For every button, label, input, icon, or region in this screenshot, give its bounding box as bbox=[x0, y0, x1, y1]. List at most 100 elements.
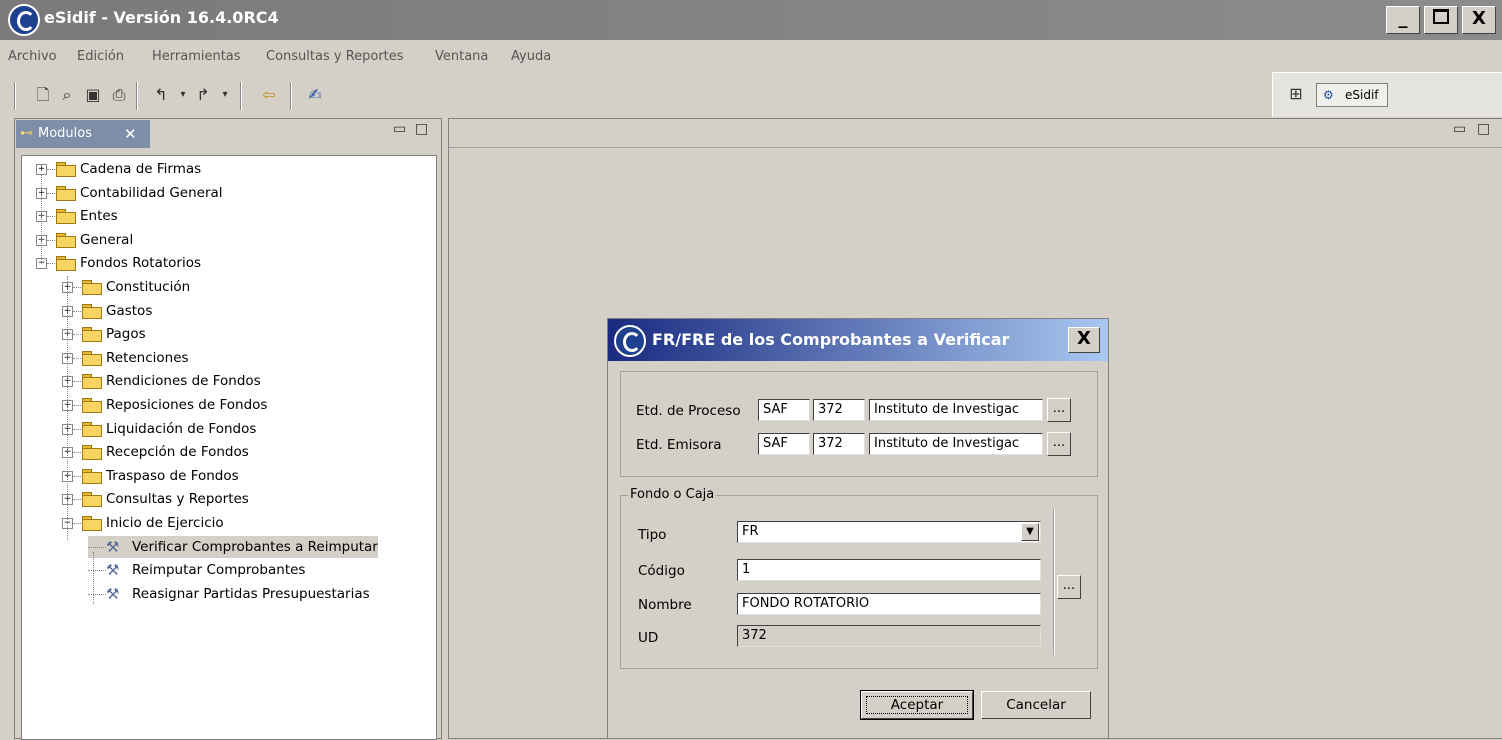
print-icon[interactable]: ⎙ bbox=[108, 84, 130, 106]
tree-item-label: Recepción de Fondos bbox=[106, 444, 249, 461]
etd-proceso-lookup-button[interactable]: ... bbox=[1047, 398, 1071, 422]
dialog-title-bar[interactable]: FR/FRE de los Comprobantes a Verificar X bbox=[608, 319, 1108, 361]
tree-connector bbox=[73, 287, 81, 288]
toolbar-separator bbox=[136, 82, 138, 110]
ud-field: 372 bbox=[737, 625, 1041, 647]
minimize-editor-icon[interactable]: ▭ bbox=[1453, 121, 1466, 137]
tools-icon: ⚒ bbox=[106, 537, 120, 556]
perspective-label: eSidif bbox=[1345, 88, 1379, 102]
arrow-back-icon[interactable]: ⇦ bbox=[258, 84, 280, 106]
esidif-logo-icon bbox=[614, 325, 646, 357]
dropdown-arrow-icon[interactable]: ▾ bbox=[214, 84, 236, 106]
tree-leaf-item[interactable]: ⚒ Verificar Comprobantes a Reimputar bbox=[88, 535, 378, 558]
esidif-logo-icon bbox=[8, 4, 40, 36]
fondo-lookup-button[interactable]: ... bbox=[1057, 575, 1081, 599]
tipo-label: Tipo bbox=[638, 527, 667, 543]
editor-header: ▭ □ bbox=[449, 119, 1502, 148]
folder-icon bbox=[82, 374, 102, 390]
fondo-caja-legend: Fondo o Caja bbox=[628, 487, 717, 502]
window-title: eSidif - Versión 16.4.0RC4 bbox=[44, 8, 279, 27]
menu-edicion[interactable]: Edición bbox=[77, 49, 124, 64]
folder-icon bbox=[82, 327, 102, 343]
navigate-back-icon[interactable]: ↰ bbox=[150, 84, 172, 106]
new-document-icon[interactable]: 🗋 bbox=[32, 84, 54, 106]
tree-item-label: Contabilidad General bbox=[80, 184, 223, 201]
validate-document-icon[interactable]: ✍ bbox=[304, 84, 326, 106]
etd-proceso-codigo-field[interactable]: 372 bbox=[813, 399, 865, 421]
etd-emisora-label: Etd. Emisora bbox=[636, 437, 722, 453]
menu-ayuda[interactable]: Ayuda bbox=[511, 49, 551, 64]
window-title-bar[interactable]: eSidif - Versión 16.4.0RC4 _ X bbox=[0, 0, 1502, 40]
minimize-view-icon[interactable]: ▭ bbox=[393, 121, 406, 137]
open-perspective-icon[interactable]: ⊞ bbox=[1285, 83, 1307, 105]
etd-proceso-label: Etd. de Proceso bbox=[636, 403, 741, 419]
dropdown-arrow-icon[interactable]: ▾ bbox=[172, 84, 194, 106]
perspective-esidif-button[interactable]: ⚙ eSidif bbox=[1316, 83, 1388, 107]
etd-proceso-tipo-field[interactable]: SAF bbox=[758, 399, 810, 421]
search-icon[interactable]: ⌕ bbox=[56, 84, 78, 106]
etd-emisora-lookup-button[interactable]: ... bbox=[1047, 432, 1071, 456]
tree-connector bbox=[73, 357, 81, 359]
menu-ventana[interactable]: Ventana bbox=[435, 49, 488, 64]
close-button[interactable]: X bbox=[1462, 6, 1496, 34]
aceptar-button[interactable]: Aceptar bbox=[860, 690, 974, 720]
modulos-panel: ⊷ Modulos ✕ ▭ □ + Cadena de Firmas + Contab… bbox=[14, 118, 442, 740]
folder-icon bbox=[82, 280, 102, 295]
maximize-view-icon[interactable]: □ bbox=[415, 121, 428, 137]
etd-emisora-codigo-field[interactable]: 372 bbox=[813, 433, 865, 455]
save-icon[interactable]: ▣ bbox=[82, 84, 104, 106]
tree-item-label: Consultas y Reportes bbox=[106, 491, 249, 508]
chevron-down-icon[interactable]: ▼ bbox=[1021, 523, 1039, 541]
minimize-button[interactable]: _ bbox=[1386, 6, 1420, 34]
tools-icon: ⚒ bbox=[106, 561, 120, 580]
tree-connector bbox=[73, 405, 81, 406]
dialog-title: FR/FRE de los Comprobantes a Verificar bbox=[652, 330, 1010, 349]
navigate-forward-icon[interactable]: ↱ bbox=[192, 84, 214, 106]
etd-emisora-tipo-field[interactable]: SAF bbox=[758, 433, 810, 455]
restore-button[interactable] bbox=[1424, 6, 1458, 34]
fondo-separator bbox=[1053, 509, 1055, 655]
dialog-close-button[interactable]: X bbox=[1068, 327, 1100, 353]
folder-icon bbox=[82, 421, 102, 437]
folder-icon bbox=[82, 398, 102, 413]
tree-item-label: Constitución bbox=[106, 279, 191, 295]
cancelar-button[interactable]: Cancelar bbox=[981, 691, 1091, 719]
menu-archivo[interactable]: Archivo bbox=[8, 49, 57, 64]
menu-herramientas[interactable]: Herramientas bbox=[152, 49, 241, 64]
folder-icon bbox=[82, 468, 102, 484]
tools-icon: ⚒ bbox=[106, 584, 120, 603]
perspective-icon: ⚙ bbox=[1323, 88, 1334, 102]
tree-item-label: Retenciones bbox=[106, 349, 189, 366]
tree-connector bbox=[47, 216, 55, 218]
tree-item-label: Traspaso de Fondos bbox=[106, 467, 239, 484]
folder-icon bbox=[56, 209, 76, 225]
tree-connector bbox=[73, 381, 81, 383]
codigo-field[interactable]: 1 bbox=[737, 559, 1041, 581]
tree-item-label: Gastos bbox=[106, 302, 153, 319]
nombre-field[interactable]: FONDO ROTATORIO bbox=[737, 593, 1041, 615]
tree-connector bbox=[73, 475, 81, 477]
tipo-select[interactable]: FR ▼ bbox=[737, 521, 1041, 543]
close-tab-icon[interactable]: ✕ bbox=[124, 120, 137, 148]
etd-emisora-nombre-field[interactable]: Instituto de Investigac bbox=[869, 433, 1043, 455]
menu-consultas-reportes[interactable]: Consultas y Reportes bbox=[266, 49, 404, 64]
etd-proceso-nombre-field[interactable]: Instituto de Investigac bbox=[869, 399, 1043, 421]
toolbar-separator bbox=[290, 82, 292, 110]
tree-connector bbox=[73, 334, 81, 336]
modulos-icon: ⊷ bbox=[20, 126, 33, 141]
toolbar-separator bbox=[14, 82, 16, 110]
menu-bar: Archivo Edición Herramientas Consultas y… bbox=[0, 40, 1502, 76]
modulos-tree[interactable]: + Cadena de Firmas + Contabilidad General + E… bbox=[21, 155, 437, 740]
tree-item-label: Verificar Comprobantes a Reimputar bbox=[132, 538, 378, 555]
restore-icon bbox=[1433, 9, 1449, 24]
tree-connector bbox=[73, 310, 81, 312]
entidades-group bbox=[620, 371, 1098, 477]
tree-guide-line bbox=[67, 276, 68, 540]
tree-item-label: Reposiciones de Fondos bbox=[106, 397, 268, 413]
tree-connector bbox=[47, 169, 55, 170]
tree-connector bbox=[88, 570, 106, 572]
tree-item-label: Rendiciones de Fondos bbox=[106, 373, 261, 390]
modulos-tab[interactable]: ⊷ Modulos ✕ bbox=[16, 120, 150, 148]
tree-connector bbox=[47, 239, 55, 241]
maximize-editor-icon[interactable]: □ bbox=[1477, 121, 1490, 137]
